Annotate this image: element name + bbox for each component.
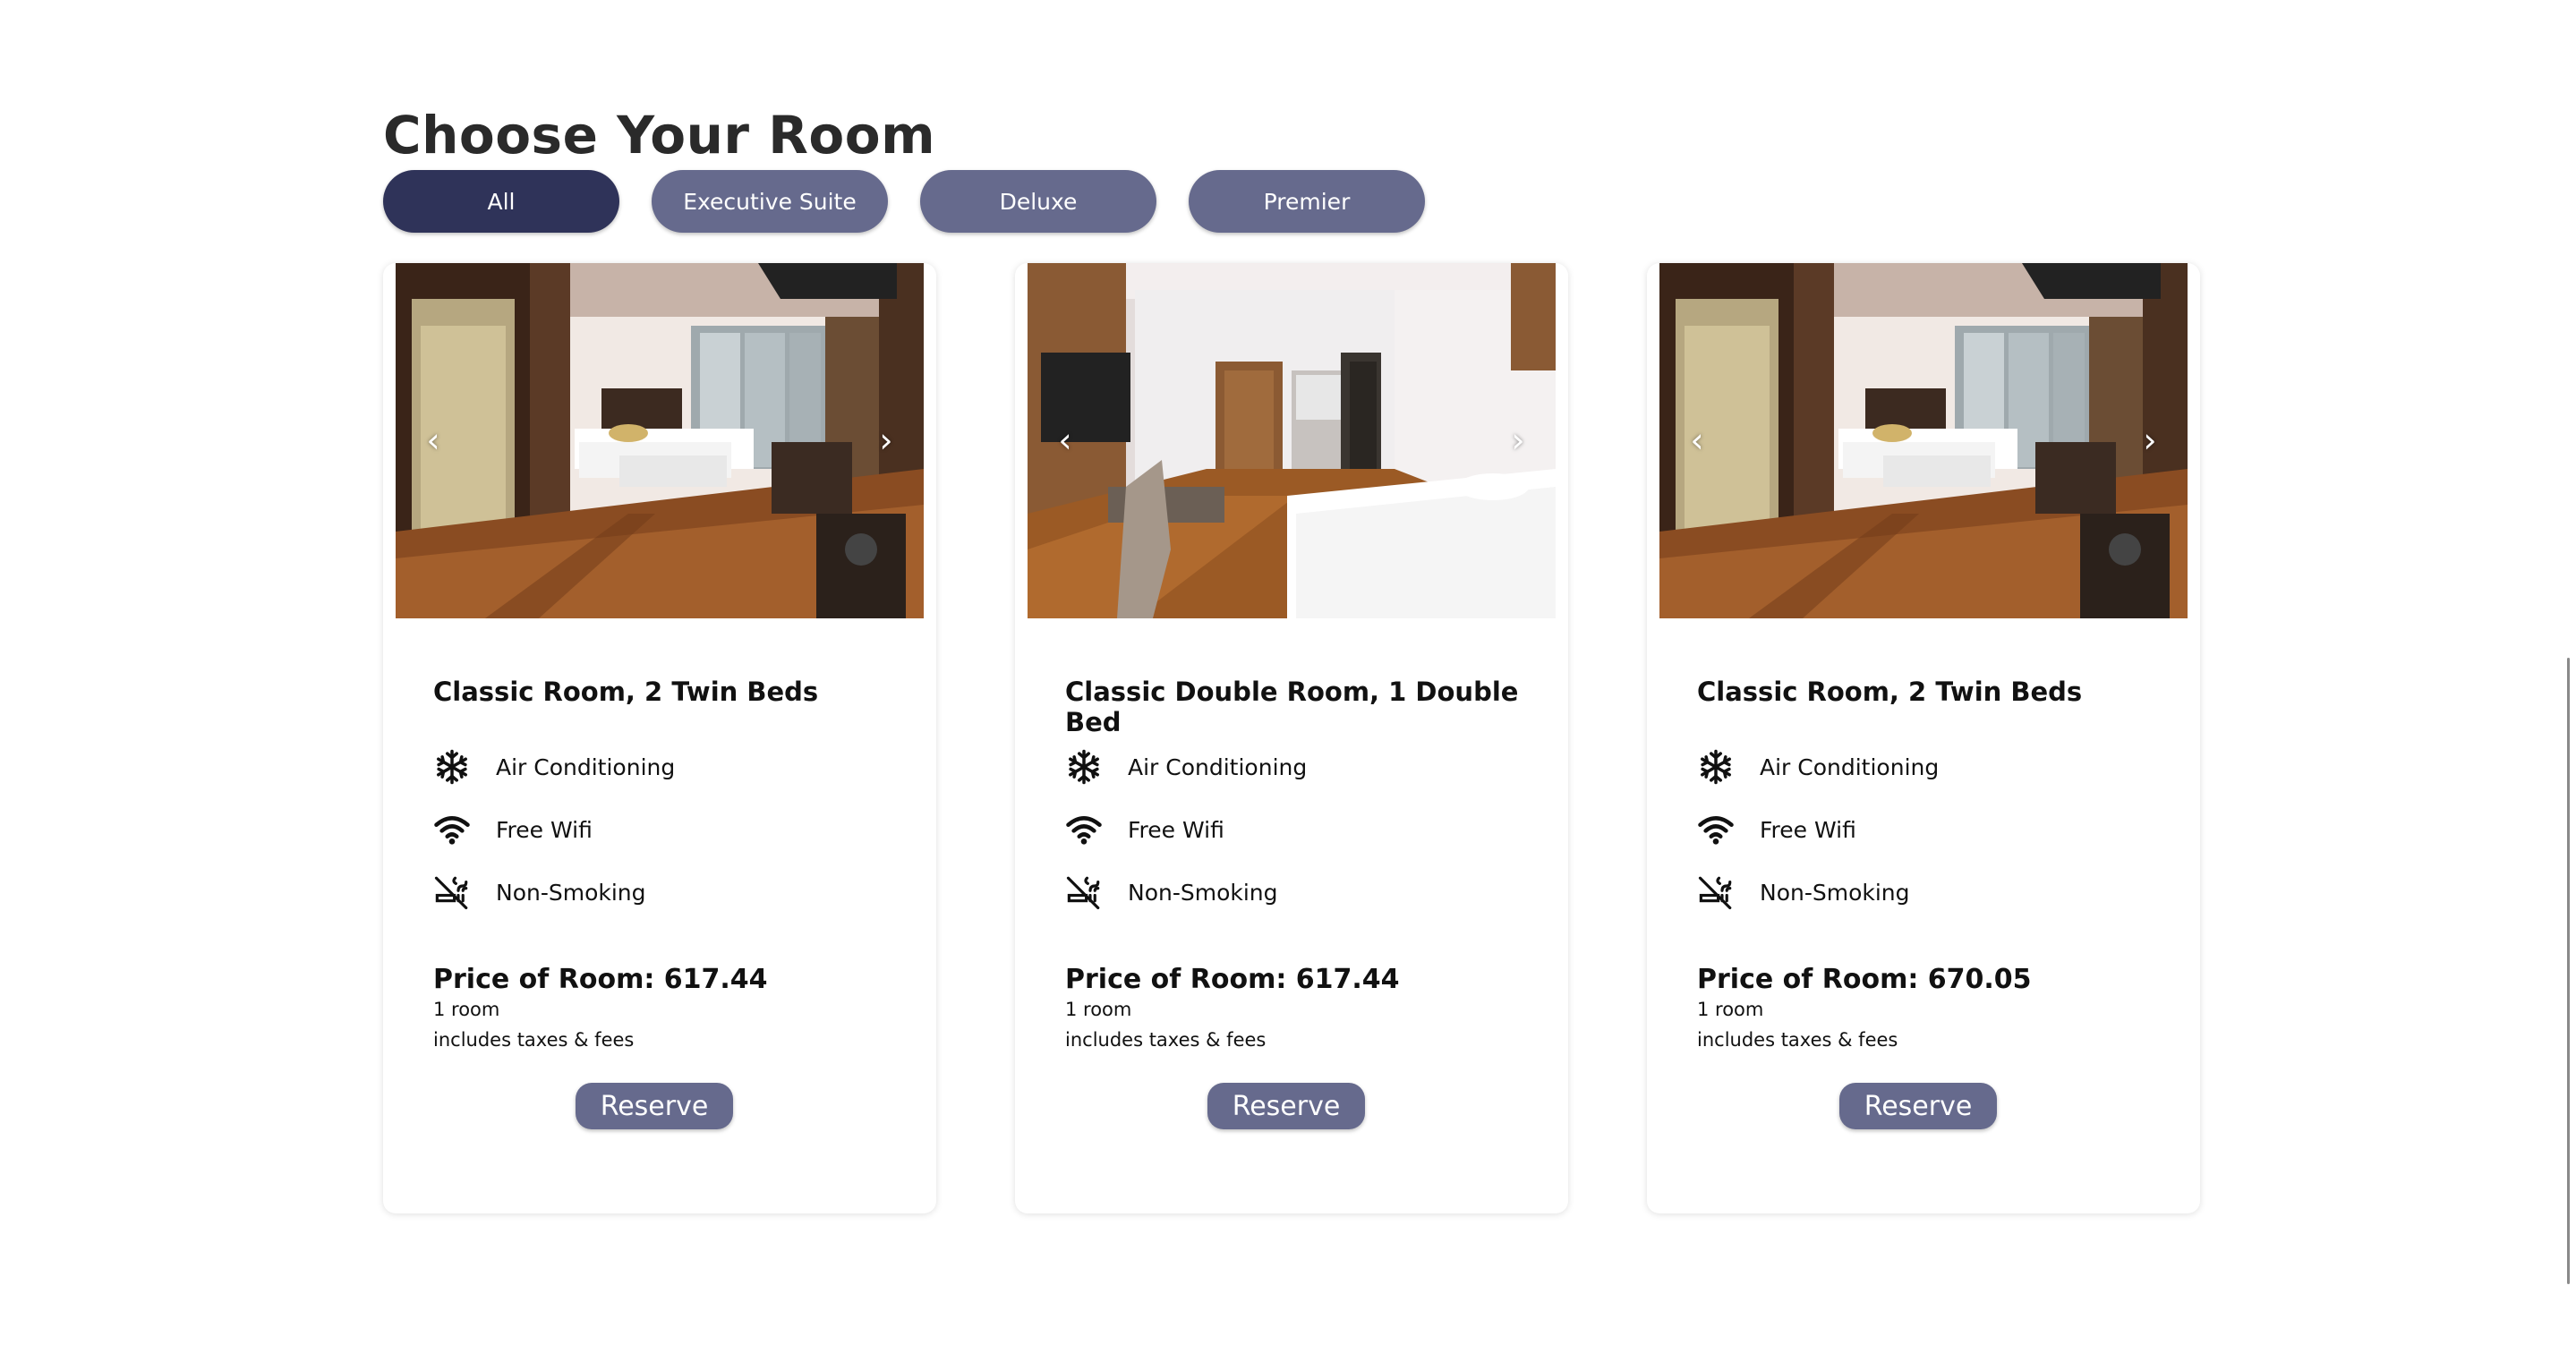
reserve-button[interactable]: Reserve xyxy=(576,1083,733,1129)
filter-deluxe-button[interactable]: Deluxe xyxy=(920,170,1156,233)
page-title: Choose Your Room xyxy=(383,105,935,166)
amenity-label: Free Wifi xyxy=(1760,816,1856,843)
wifi-icon xyxy=(1697,811,1735,848)
carousel-prev-icon[interactable]: ‹ xyxy=(1679,422,1715,458)
amenity-air-conditioning: Air Conditioning xyxy=(433,748,675,786)
amenity-label: Free Wifi xyxy=(496,816,593,843)
filter-executive-suite-button[interactable]: Executive Suite xyxy=(652,170,888,233)
amenity-label: Non-Smoking xyxy=(1128,879,1278,906)
room-photo xyxy=(1659,263,2188,618)
amenity-label: Air Conditioning xyxy=(496,753,676,780)
taxes-note: includes taxes & fees xyxy=(433,1029,635,1051)
amenity-label: Non-Smoking xyxy=(496,879,646,906)
room-count: 1 room xyxy=(1697,999,1764,1020)
room-photo-carousel: ‹ › xyxy=(1028,263,1556,618)
reserve-button[interactable]: Reserve xyxy=(1207,1083,1365,1129)
room-count: 1 room xyxy=(1065,999,1132,1020)
room-price: Price of Room: 617.44 xyxy=(1065,964,1400,995)
carousel-prev-icon[interactable]: ‹ xyxy=(415,422,451,458)
carousel-prev-icon[interactable]: ‹ xyxy=(1047,422,1083,458)
amenity-non-smoking: Non-Smoking xyxy=(433,873,646,911)
amenity-label: Air Conditioning xyxy=(1760,753,1940,780)
reserve-button[interactable]: Reserve xyxy=(1839,1083,1997,1129)
amenity-non-smoking: Non-Smoking xyxy=(1697,873,1910,911)
room-name: Classic Room, 2 Twin Beds xyxy=(433,677,819,707)
amenity-air-conditioning: Air Conditioning xyxy=(1065,748,1307,786)
filter-premier-button[interactable]: Premier xyxy=(1189,170,1425,233)
page-scrollbar[interactable] xyxy=(2567,658,2570,1284)
no-smoking-icon xyxy=(1697,873,1735,911)
room-photo-carousel: ‹ › xyxy=(1659,263,2188,618)
snowflake-icon xyxy=(1697,748,1735,786)
amenity-air-conditioning: Air Conditioning xyxy=(1697,748,1939,786)
room-card: ‹ › Classic Room, 2 Twin Beds Air Condit… xyxy=(1647,263,2200,1213)
room-count: 1 room xyxy=(433,999,500,1020)
room-photo-carousel: ‹ › xyxy=(396,263,924,618)
taxes-note: includes taxes & fees xyxy=(1065,1029,1267,1051)
filter-all-button[interactable]: All xyxy=(383,170,619,233)
amenity-non-smoking: Non-Smoking xyxy=(1065,873,1278,911)
snowflake-icon xyxy=(1065,748,1103,786)
no-smoking-icon xyxy=(1065,873,1103,911)
room-photo xyxy=(396,263,924,618)
room-photo xyxy=(1028,263,1556,618)
amenity-free-wifi: Free Wifi xyxy=(1697,811,1856,848)
taxes-note: includes taxes & fees xyxy=(1697,1029,1898,1051)
snowflake-icon xyxy=(433,748,471,786)
carousel-next-icon[interactable]: › xyxy=(868,422,904,458)
room-name: Classic Room, 2 Twin Beds xyxy=(1697,677,2083,707)
room-card: ‹ › Classic Double Room, 1 Double Bed Ai… xyxy=(1015,263,1568,1213)
room-filter-bar: All Executive Suite Deluxe Premier xyxy=(383,170,1425,233)
carousel-next-icon[interactable]: › xyxy=(2132,422,2168,458)
amenity-label: Non-Smoking xyxy=(1760,879,1910,906)
room-card: ‹ › Classic Room, 2 Twin Beds Air Condit… xyxy=(383,263,936,1213)
no-smoking-icon xyxy=(433,873,471,911)
amenity-label: Free Wifi xyxy=(1128,816,1224,843)
room-name: Classic Double Room, 1 Double Bed xyxy=(1065,677,1519,737)
room-price: Price of Room: 670.05 xyxy=(1697,964,2032,995)
amenity-free-wifi: Free Wifi xyxy=(433,811,593,848)
wifi-icon xyxy=(433,811,471,848)
wifi-icon xyxy=(1065,811,1103,848)
amenity-label: Air Conditioning xyxy=(1128,753,1308,780)
carousel-next-icon[interactable]: › xyxy=(1500,422,1536,458)
amenity-free-wifi: Free Wifi xyxy=(1065,811,1224,848)
room-price: Price of Room: 617.44 xyxy=(433,964,768,995)
